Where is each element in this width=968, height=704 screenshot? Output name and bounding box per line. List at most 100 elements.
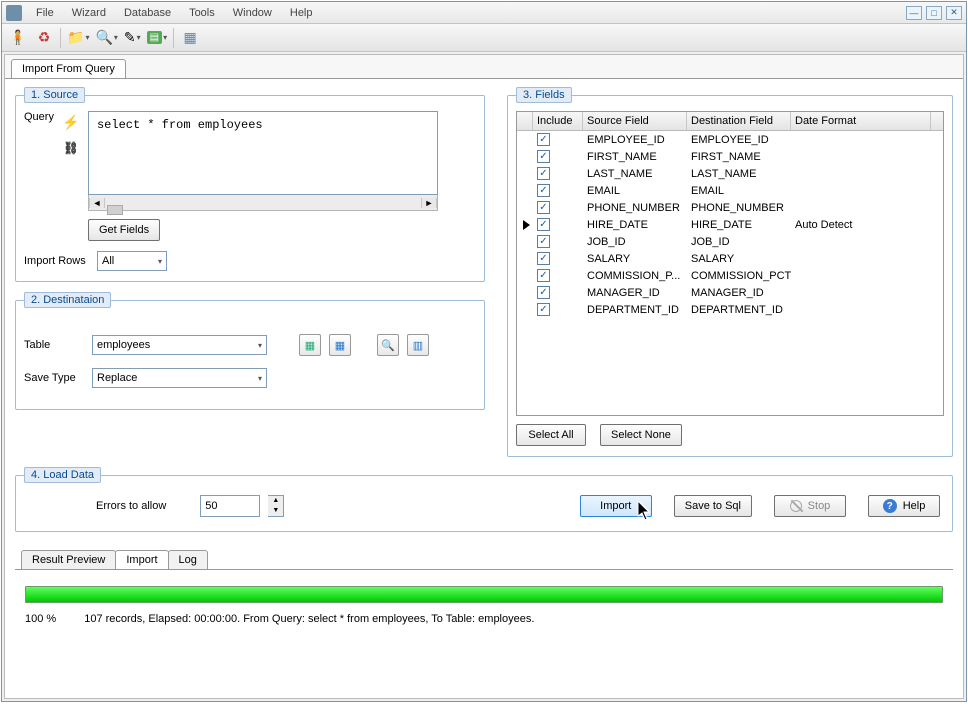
col-source-field[interactable]: Source Field — [583, 112, 687, 130]
maximize-button[interactable]: □ — [926, 6, 942, 20]
table-row[interactable]: EMAILEMAIL — [517, 182, 943, 199]
menu-window[interactable]: Window — [225, 4, 280, 22]
toolbar-wand-icon[interactable]: ✎▾ — [124, 29, 141, 46]
get-fields-button[interactable]: Get Fields — [88, 219, 160, 241]
close-button[interactable]: ✕ — [946, 6, 962, 20]
fields-group: 3. Fields Include Source Field Destinati… — [507, 87, 953, 457]
toolbar-refresh-icon[interactable]: ♻ — [34, 28, 54, 48]
toolbar-green-icon[interactable]: ▤▾ — [147, 31, 167, 44]
errors-input[interactable]: 50 — [200, 495, 260, 517]
include-checkbox[interactable] — [537, 303, 550, 316]
destination-field-cell: DEPARTMENT_ID — [687, 304, 791, 316]
menu-help[interactable]: Help — [282, 4, 321, 22]
import-rows-value: All — [102, 255, 114, 267]
table-select[interactable]: employees ▾ — [92, 335, 267, 355]
destination-field-cell: EMPLOYEE_ID — [687, 134, 791, 146]
table-row[interactable]: FIRST_NAMEFIRST_NAME — [517, 148, 943, 165]
toolbar-grid-icon[interactable]: ▦ — [180, 28, 200, 48]
destination-field-cell: COMMISSION_PCT — [687, 270, 791, 282]
toolbar-folder-icon[interactable]: 📁▾ — [67, 29, 89, 46]
table-row[interactable]: DEPARTMENT_IDDEPARTMENT_ID — [517, 301, 943, 318]
table-row[interactable]: COMMISSION_P...COMMISSION_PCT — [517, 267, 943, 284]
include-checkbox[interactable] — [537, 150, 550, 163]
include-checkbox[interactable] — [537, 167, 550, 180]
stop-icon — [790, 500, 802, 512]
source-field-cell: JOB_ID — [583, 236, 687, 248]
errors-spinner[interactable]: ▲▼ — [268, 495, 284, 517]
menu-file[interactable]: File — [28, 4, 62, 22]
table-row[interactable]: MANAGER_IDMANAGER_ID — [517, 284, 943, 301]
table-row[interactable]: SALARYSALARY — [517, 250, 943, 267]
dest-icon-3[interactable]: 🔍 — [377, 334, 399, 356]
source-field-cell: HIRE_DATE — [583, 219, 687, 231]
dest-icon-4[interactable]: ▥ — [407, 334, 429, 356]
source-field-cell: SALARY — [583, 253, 687, 265]
query-label: Query — [24, 111, 54, 123]
source-field-cell: FIRST_NAME — [583, 151, 687, 163]
include-checkbox[interactable] — [537, 133, 550, 146]
minimize-button[interactable]: — — [906, 6, 922, 20]
import-rows-select[interactable]: All ▾ — [97, 251, 167, 271]
include-checkbox[interactable] — [537, 218, 550, 231]
save-type-value: Replace — [97, 372, 137, 384]
stop-label: Stop — [808, 500, 831, 512]
progress-bar — [25, 586, 943, 603]
destination-field-cell: LAST_NAME — [687, 168, 791, 180]
destination-field-cell: FIRST_NAME — [687, 151, 791, 163]
save-type-label: Save Type — [24, 372, 84, 384]
include-checkbox[interactable] — [537, 235, 550, 248]
col-destination-field[interactable]: Destination Field — [687, 112, 791, 130]
source-field-cell: LAST_NAME — [583, 168, 687, 180]
import-button[interactable]: Import — [580, 495, 652, 517]
include-checkbox[interactable] — [537, 286, 550, 299]
toolbar-user-icon[interactable]: 🧍 — [8, 28, 28, 48]
dest-icon-1[interactable]: ▦ — [299, 334, 321, 356]
tab-log[interactable]: Log — [168, 550, 208, 569]
chain-icon[interactable]: ⛓ — [63, 141, 78, 155]
select-all-button[interactable]: Select All — [516, 424, 586, 446]
destination-legend: 2. Destinataion — [24, 292, 111, 308]
source-field-cell: PHONE_NUMBER — [583, 202, 687, 214]
destination-group: 2. Destinataion Table employees ▾ ▦ ▦ � — [15, 292, 485, 410]
menu-tools[interactable]: Tools — [181, 4, 223, 22]
scroll-right-icon[interactable]: ► — [421, 198, 437, 208]
source-field-cell: DEPARTMENT_ID — [583, 304, 687, 316]
select-none-button[interactable]: Select None — [600, 424, 682, 446]
table-row[interactable]: HIRE_DATEHIRE_DATEAuto Detect — [517, 216, 943, 233]
query-hscroll[interactable]: ◄ ► — [88, 195, 438, 211]
include-checkbox[interactable] — [537, 252, 550, 265]
include-checkbox[interactable] — [537, 184, 550, 197]
help-label: Help — [903, 500, 926, 512]
dest-icon-2[interactable]: ▦ — [329, 334, 351, 356]
tab-import-from-query[interactable]: Import From Query — [11, 59, 126, 78]
tab-result-preview[interactable]: Result Preview — [21, 550, 116, 569]
query-input[interactable]: select * from employees — [88, 111, 438, 195]
table-row[interactable]: PHONE_NUMBERPHONE_NUMBER — [517, 199, 943, 216]
table-row[interactable]: EMPLOYEE_IDEMPLOYEE_ID — [517, 131, 943, 148]
scroll-left-icon[interactable]: ◄ — [89, 198, 105, 208]
col-include[interactable]: Include — [533, 112, 583, 130]
fields-legend: 3. Fields — [516, 87, 572, 103]
menu-wizard[interactable]: Wizard — [64, 4, 114, 22]
destination-field-cell: EMAIL — [687, 185, 791, 197]
import-rows-label: Import Rows — [24, 255, 89, 267]
table-row[interactable]: LAST_NAMELAST_NAME — [517, 165, 943, 182]
source-field-cell: EMAIL — [583, 185, 687, 197]
stop-button[interactable]: Stop — [774, 495, 846, 517]
save-type-select[interactable]: Replace ▾ — [92, 368, 267, 388]
menu-database[interactable]: Database — [116, 4, 179, 22]
col-date-format[interactable]: Date Format — [791, 112, 931, 130]
load-data-legend: 4. Load Data — [24, 467, 101, 483]
lightning-icon[interactable]: ⚡ — [62, 114, 79, 131]
date-format-cell: Auto Detect — [791, 219, 931, 231]
tab-import[interactable]: Import — [115, 550, 168, 569]
toolbar-search-icon[interactable]: 🔍▾ — [95, 29, 117, 46]
page-tabs: Import From Query — [5, 55, 963, 79]
help-button[interactable]: ? Help — [868, 495, 940, 517]
errors-value: 50 — [205, 500, 217, 512]
save-to-sql-button[interactable]: Save to Sql — [674, 495, 752, 517]
include-checkbox[interactable] — [537, 269, 550, 282]
progress-status: 107 records, Elapsed: 00:00:00. From Que… — [84, 613, 534, 625]
table-row[interactable]: JOB_IDJOB_ID — [517, 233, 943, 250]
include-checkbox[interactable] — [537, 201, 550, 214]
